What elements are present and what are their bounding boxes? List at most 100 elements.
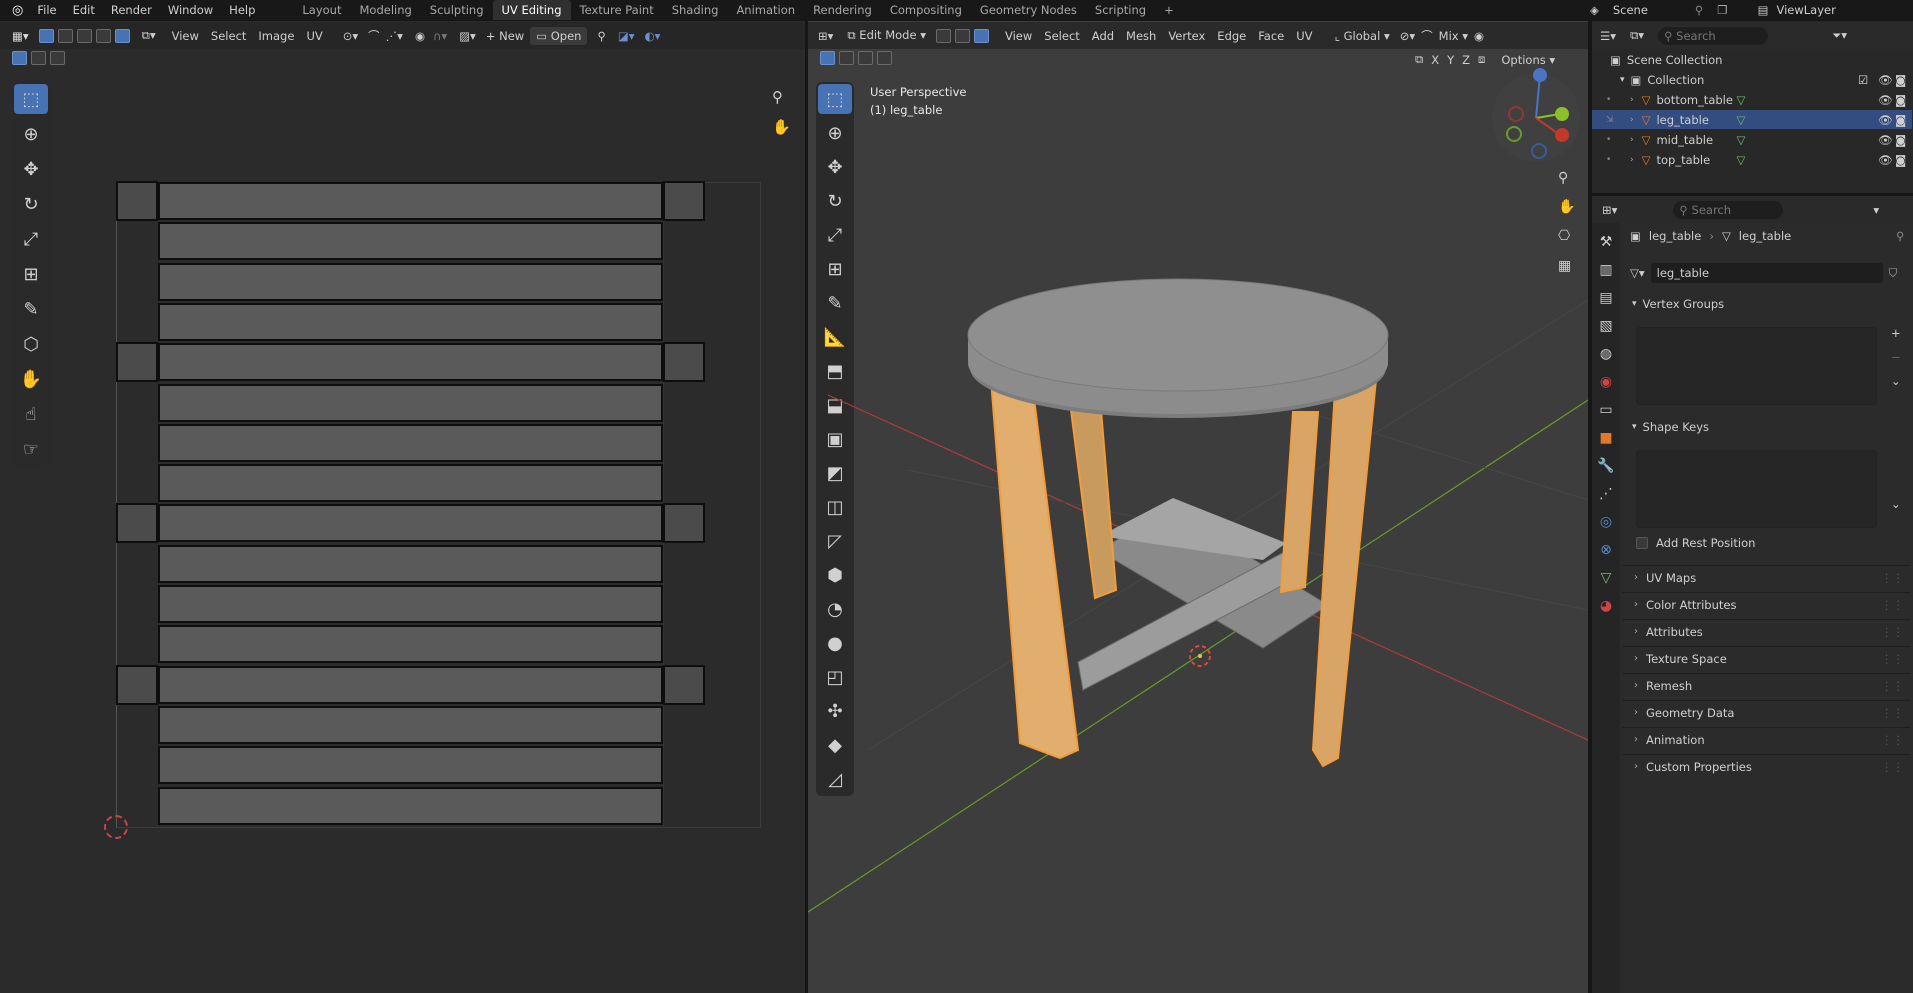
- tab-uv-editing[interactable]: UV Editing: [492, 0, 571, 20]
- uv-menu-select[interactable]: Select: [205, 29, 252, 43]
- world-tab-icon[interactable]: ◉: [1593, 369, 1619, 395]
- modifier-tab-icon[interactable]: 🔧: [1593, 453, 1619, 479]
- expand-arrow-icon[interactable]: ›: [1630, 115, 1634, 125]
- collection-chevron-icon[interactable]: ▾: [1620, 75, 1625, 85]
- panel-drag-icon[interactable]: ⋮⋮: [1881, 571, 1904, 585]
- expand-chevron-icon[interactable]: •: [1606, 135, 1611, 145]
- collection-row[interactable]: ▾ ▣ Collection ☑ 👁 ◙: [1592, 70, 1912, 89]
- fake-user-icon[interactable]: ⛉: [1889, 266, 1898, 281]
- outliner-item-bottom-table[interactable]: • › ▽ bottom_table ▽ 👁 ◙: [1592, 90, 1912, 109]
- properties-search[interactable]: ⚲ Search: [1673, 200, 1784, 219]
- output-tab-icon[interactable]: ▤: [1593, 285, 1619, 311]
- material-tab-icon[interactable]: ◕: [1593, 593, 1619, 619]
- tab-shading[interactable]: Shading: [663, 0, 728, 20]
- collection-render-icon[interactable]: ◙: [1895, 73, 1906, 87]
- uv-island-side[interactable]: [116, 664, 158, 705]
- panel-drag-icon[interactable]: ⋮⋮: [1881, 679, 1904, 693]
- vertex-groups-panel[interactable]: ▾ Vertex Groups: [1632, 297, 1724, 311]
- uv-island[interactable]: [158, 705, 663, 744]
- mesh-data-icon[interactable]: ▽: [1736, 113, 1745, 127]
- viewport-editor-type-icon[interactable]: ⊞▾: [818, 29, 833, 43]
- outliner-item-leg-table[interactable]: ⇲ › ▽ leg_table ▽ 👁 ◙: [1592, 110, 1912, 129]
- navigation-gizmo[interactable]: [1492, 68, 1580, 162]
- outliner-editor-icon[interactable]: ☰▾: [1600, 29, 1616, 43]
- new-scene-icon[interactable]: ❐: [1717, 3, 1727, 17]
- vp-menu-edge[interactable]: Edge: [1211, 29, 1252, 43]
- uv-mode-set-icon[interactable]: [12, 51, 27, 65]
- blender-logo-icon[interactable]: ◎: [0, 3, 29, 18]
- grab-tool-icon[interactable]: ✋: [14, 364, 48, 394]
- panel-animation[interactable]: › Animation ⋮⋮: [1622, 727, 1910, 751]
- view-layer-icon[interactable]: ▤: [1758, 3, 1769, 17]
- uv-island-side[interactable]: [663, 181, 705, 221]
- tab-geometry-nodes[interactable]: Geometry Nodes: [971, 0, 1086, 20]
- mode-select[interactable]: ⧉ Edit Mode ▾: [847, 28, 926, 43]
- shading-mix-select[interactable]: Mix ▾: [1439, 29, 1468, 43]
- sticky-select-icon[interactable]: ⧉▾: [142, 28, 156, 43]
- mesh-name-field[interactable]: leg_table: [1650, 263, 1883, 283]
- pivot-icon[interactable]: ⊙▾: [343, 29, 358, 43]
- mesh-data-icon[interactable]: ▽: [1736, 133, 1745, 147]
- uv-island[interactable]: [158, 262, 663, 301]
- filter-icon[interactable]: ⏷▾: [1832, 28, 1847, 43]
- vp-menu-select[interactable]: Select: [1038, 29, 1085, 43]
- vp-ortho-icon[interactable]: ▦: [1558, 258, 1571, 274]
- vp-menu-add[interactable]: Add: [1086, 29, 1120, 43]
- face-mode-icon[interactable]: [974, 28, 989, 43]
- vertex-groups-list[interactable]: [1636, 327, 1877, 405]
- rotate-tool-icon[interactable]: ↻: [14, 189, 48, 219]
- tool-tab-icon[interactable]: ⚒: [1593, 229, 1619, 255]
- snap-target-icon[interactable]: ⋰▾: [386, 29, 403, 43]
- uv-island[interactable]: [158, 504, 663, 543]
- render-toggle-icon[interactable]: ◙: [1895, 133, 1906, 147]
- render-toggle-icon[interactable]: ◙: [1895, 153, 1906, 167]
- menu-render[interactable]: Render: [103, 3, 160, 17]
- uv-island[interactable]: [158, 665, 663, 704]
- menu-help[interactable]: Help: [221, 3, 263, 17]
- panel-texture-space[interactable]: › Texture Space ⋮⋮: [1622, 646, 1910, 670]
- overlay-icon[interactable]: ◐▾: [645, 29, 661, 43]
- uv-island[interactable]: [158, 423, 663, 462]
- shape-key-menu-icon[interactable]: ⌄: [1891, 497, 1901, 511]
- vertex-select-icon[interactable]: [57, 28, 73, 43]
- scale-tool-icon[interactable]: ⤢: [14, 224, 48, 254]
- panel-drag-icon[interactable]: ⋮⋮: [1881, 733, 1904, 747]
- pin-properties-icon[interactable]: ⚲: [1896, 229, 1904, 243]
- pin-image-icon[interactable]: ⚲: [597, 29, 605, 43]
- visibility-icon[interactable]: 👁: [1878, 153, 1893, 167]
- display-mode-icon[interactable]: ⧉▾: [1630, 28, 1644, 43]
- vp-menu-view[interactable]: View: [999, 29, 1038, 43]
- uv-2d-cursor-icon[interactable]: [104, 815, 128, 839]
- proportional-edit-icon-3d[interactable]: ◉: [1474, 29, 1484, 43]
- vertex-group-menu-icon[interactable]: ⌄: [1891, 374, 1901, 388]
- scene-icon[interactable]: ◈: [1590, 3, 1599, 17]
- uv-menu-image[interactable]: Image: [252, 29, 300, 43]
- panel-drag-icon[interactable]: ⋮⋮: [1881, 652, 1904, 666]
- panel-color-attributes[interactable]: › Color Attributes ⋮⋮: [1622, 592, 1910, 616]
- uv-island-side[interactable]: [116, 503, 158, 544]
- uv-island[interactable]: [158, 182, 663, 220]
- add-rest-position-checkbox[interactable]: [1636, 537, 1648, 549]
- render-toggle-icon[interactable]: ◙: [1895, 113, 1906, 127]
- move-tool-icon[interactable]: ✥: [14, 154, 48, 184]
- tab-compositing[interactable]: Compositing: [881, 0, 971, 20]
- scene-tab-icon[interactable]: ◍: [1593, 341, 1619, 367]
- pivot-point-icon[interactable]: ⊘▾: [1400, 29, 1415, 43]
- uv-pan-icon[interactable]: ✋: [772, 118, 791, 136]
- uv-island[interactable]: [158, 222, 663, 261]
- expand-arrow-icon[interactable]: ›: [1630, 95, 1634, 105]
- scene-name[interactable]: Scene: [1613, 3, 1695, 17]
- tab-rendering[interactable]: Rendering: [804, 0, 881, 20]
- object-tab-icon[interactable]: ■: [1593, 425, 1619, 451]
- vertex-mode-icon[interactable]: [936, 28, 951, 43]
- relax-tool-icon[interactable]: ☝: [14, 399, 48, 429]
- uv-island-side[interactable]: [663, 342, 705, 383]
- expand-arrow-icon[interactable]: ›: [1630, 155, 1634, 165]
- data-tab-icon[interactable]: ▽: [1593, 565, 1619, 591]
- uv-island[interactable]: [158, 625, 663, 664]
- falloff-icon[interactable]: ∩▾: [433, 29, 447, 43]
- uv-island-side[interactable]: [663, 664, 705, 705]
- visibility-icon[interactable]: 👁: [1878, 113, 1893, 127]
- panel-remesh[interactable]: › Remesh ⋮⋮: [1622, 673, 1910, 697]
- uv-menu-view[interactable]: View: [166, 29, 205, 43]
